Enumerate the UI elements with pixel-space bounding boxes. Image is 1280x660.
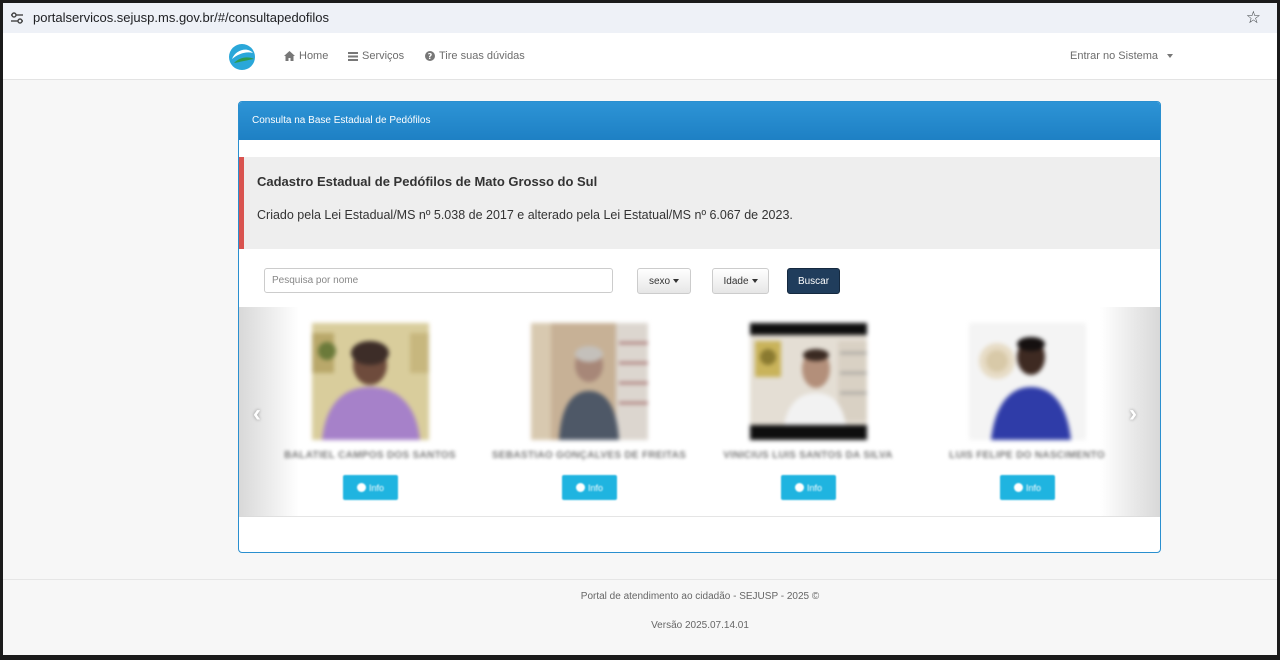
info-callout: Cadastro Estadual de Pedófilos de Mato G…	[239, 157, 1160, 249]
person-photo	[750, 323, 867, 440]
svg-text:?: ?	[428, 52, 433, 61]
sex-filter-dropdown[interactable]: sexo	[637, 268, 691, 294]
login-label: Entrar no Sistema	[1070, 50, 1159, 62]
person-photo	[312, 323, 429, 440]
nav-help[interactable]: ? Tire suas dúvidas	[425, 50, 525, 62]
bookmark-star-icon[interactable]: ☆	[1246, 8, 1261, 28]
footer-copyright: Portal de atendimento ao cidadão - SEJUS…	[580, 591, 820, 602]
chevron-down-icon	[1167, 54, 1174, 58]
person-card: SEBASTIAO GONÇALVES DE FREITAS Info	[489, 323, 689, 503]
home-icon	[284, 51, 295, 61]
person-card: LUIS FELIPE DO NASCIMENTO Info	[927, 323, 1127, 503]
person-photo	[969, 323, 1086, 440]
callout-title: Cadastro Estadual de Pedófilos de Mato G…	[257, 174, 598, 189]
info-icon	[1013, 483, 1023, 492]
carousel-next-chevron-right-icon[interactable]: ›	[1129, 402, 1137, 426]
nav-home-label: Home	[299, 50, 329, 62]
chevron-down-icon	[751, 279, 758, 283]
nav-help-label: Tire suas dúvidas	[439, 50, 525, 62]
site-navbar: Home Serviços ? Tire suas dúvidas Entrar…	[3, 33, 1277, 80]
age-filter-dropdown[interactable]: Idade	[712, 268, 769, 294]
age-filter-label: Idade	[723, 275, 749, 287]
person-name: LUIS FELIPE DO NASCIMENTO	[949, 450, 1105, 461]
info-icon	[794, 483, 804, 492]
info-button-label: Info	[1025, 482, 1041, 493]
nav-services-label: Serviços	[362, 50, 405, 62]
person-card: BALATIEL CAMPOS DOS SANTOS Info	[270, 323, 470, 503]
browser-window: portalservicos.sejusp.ms.gov.br/#/consul…	[3, 3, 1277, 655]
footer-version: Versão 2025.07.14.01	[651, 620, 749, 631]
footer-divider	[3, 579, 1277, 580]
chevron-down-icon	[673, 279, 680, 283]
list-icon	[348, 51, 358, 61]
info-button-label: Info	[587, 482, 603, 493]
login-dropdown[interactable]: Entrar no Sistema	[1070, 50, 1174, 62]
info-button[interactable]: Info	[1000, 475, 1055, 500]
panel-heading: Consulta na Base Estadual de Pedófilos	[239, 102, 1160, 140]
nav-services[interactable]: Serviços	[348, 50, 404, 62]
person-name: VINICIUS LUIS SANTOS DA SILVA	[723, 450, 893, 461]
search-panel: Consulta na Base Estadual de Pedófilos C…	[238, 101, 1161, 553]
url-text[interactable]: portalservicos.sejusp.ms.gov.br/#/consul…	[33, 10, 329, 25]
nav-home[interactable]: Home	[284, 50, 328, 62]
info-button-label: Info	[368, 482, 384, 493]
info-icon	[356, 483, 366, 492]
address-bar[interactable]: portalservicos.sejusp.ms.gov.br/#/consul…	[3, 3, 1277, 33]
search-input[interactable]	[264, 268, 613, 293]
carousel-prev-chevron-left-icon[interactable]: ‹	[253, 402, 261, 426]
person-photo	[531, 323, 648, 440]
info-button-label: Info	[806, 482, 822, 493]
info-icon	[575, 483, 585, 492]
callout-text: Criado pela Lei Estadual/MS nº 5.038 de …	[257, 208, 793, 222]
person-card: VINICIUS LUIS SANTOS DA SILVA Info	[708, 323, 908, 503]
search-button[interactable]: Buscar	[787, 268, 840, 294]
question-circle-icon: ?	[425, 51, 435, 61]
sejusp-logo[interactable]	[228, 43, 256, 71]
sex-filter-label: sexo	[648, 275, 671, 287]
results-carousel: BALATIEL CAMPOS DOS SANTOS Info SEBASTIA…	[239, 307, 1160, 517]
info-button[interactable]: Info	[562, 475, 617, 500]
info-button[interactable]: Info	[343, 475, 398, 500]
person-name: SEBASTIAO GONÇALVES DE FREITAS	[491, 450, 687, 461]
site-settings-icon[interactable]	[10, 11, 24, 25]
info-button[interactable]: Info	[781, 475, 836, 500]
person-name: BALATIEL CAMPOS DOS SANTOS	[284, 450, 456, 461]
